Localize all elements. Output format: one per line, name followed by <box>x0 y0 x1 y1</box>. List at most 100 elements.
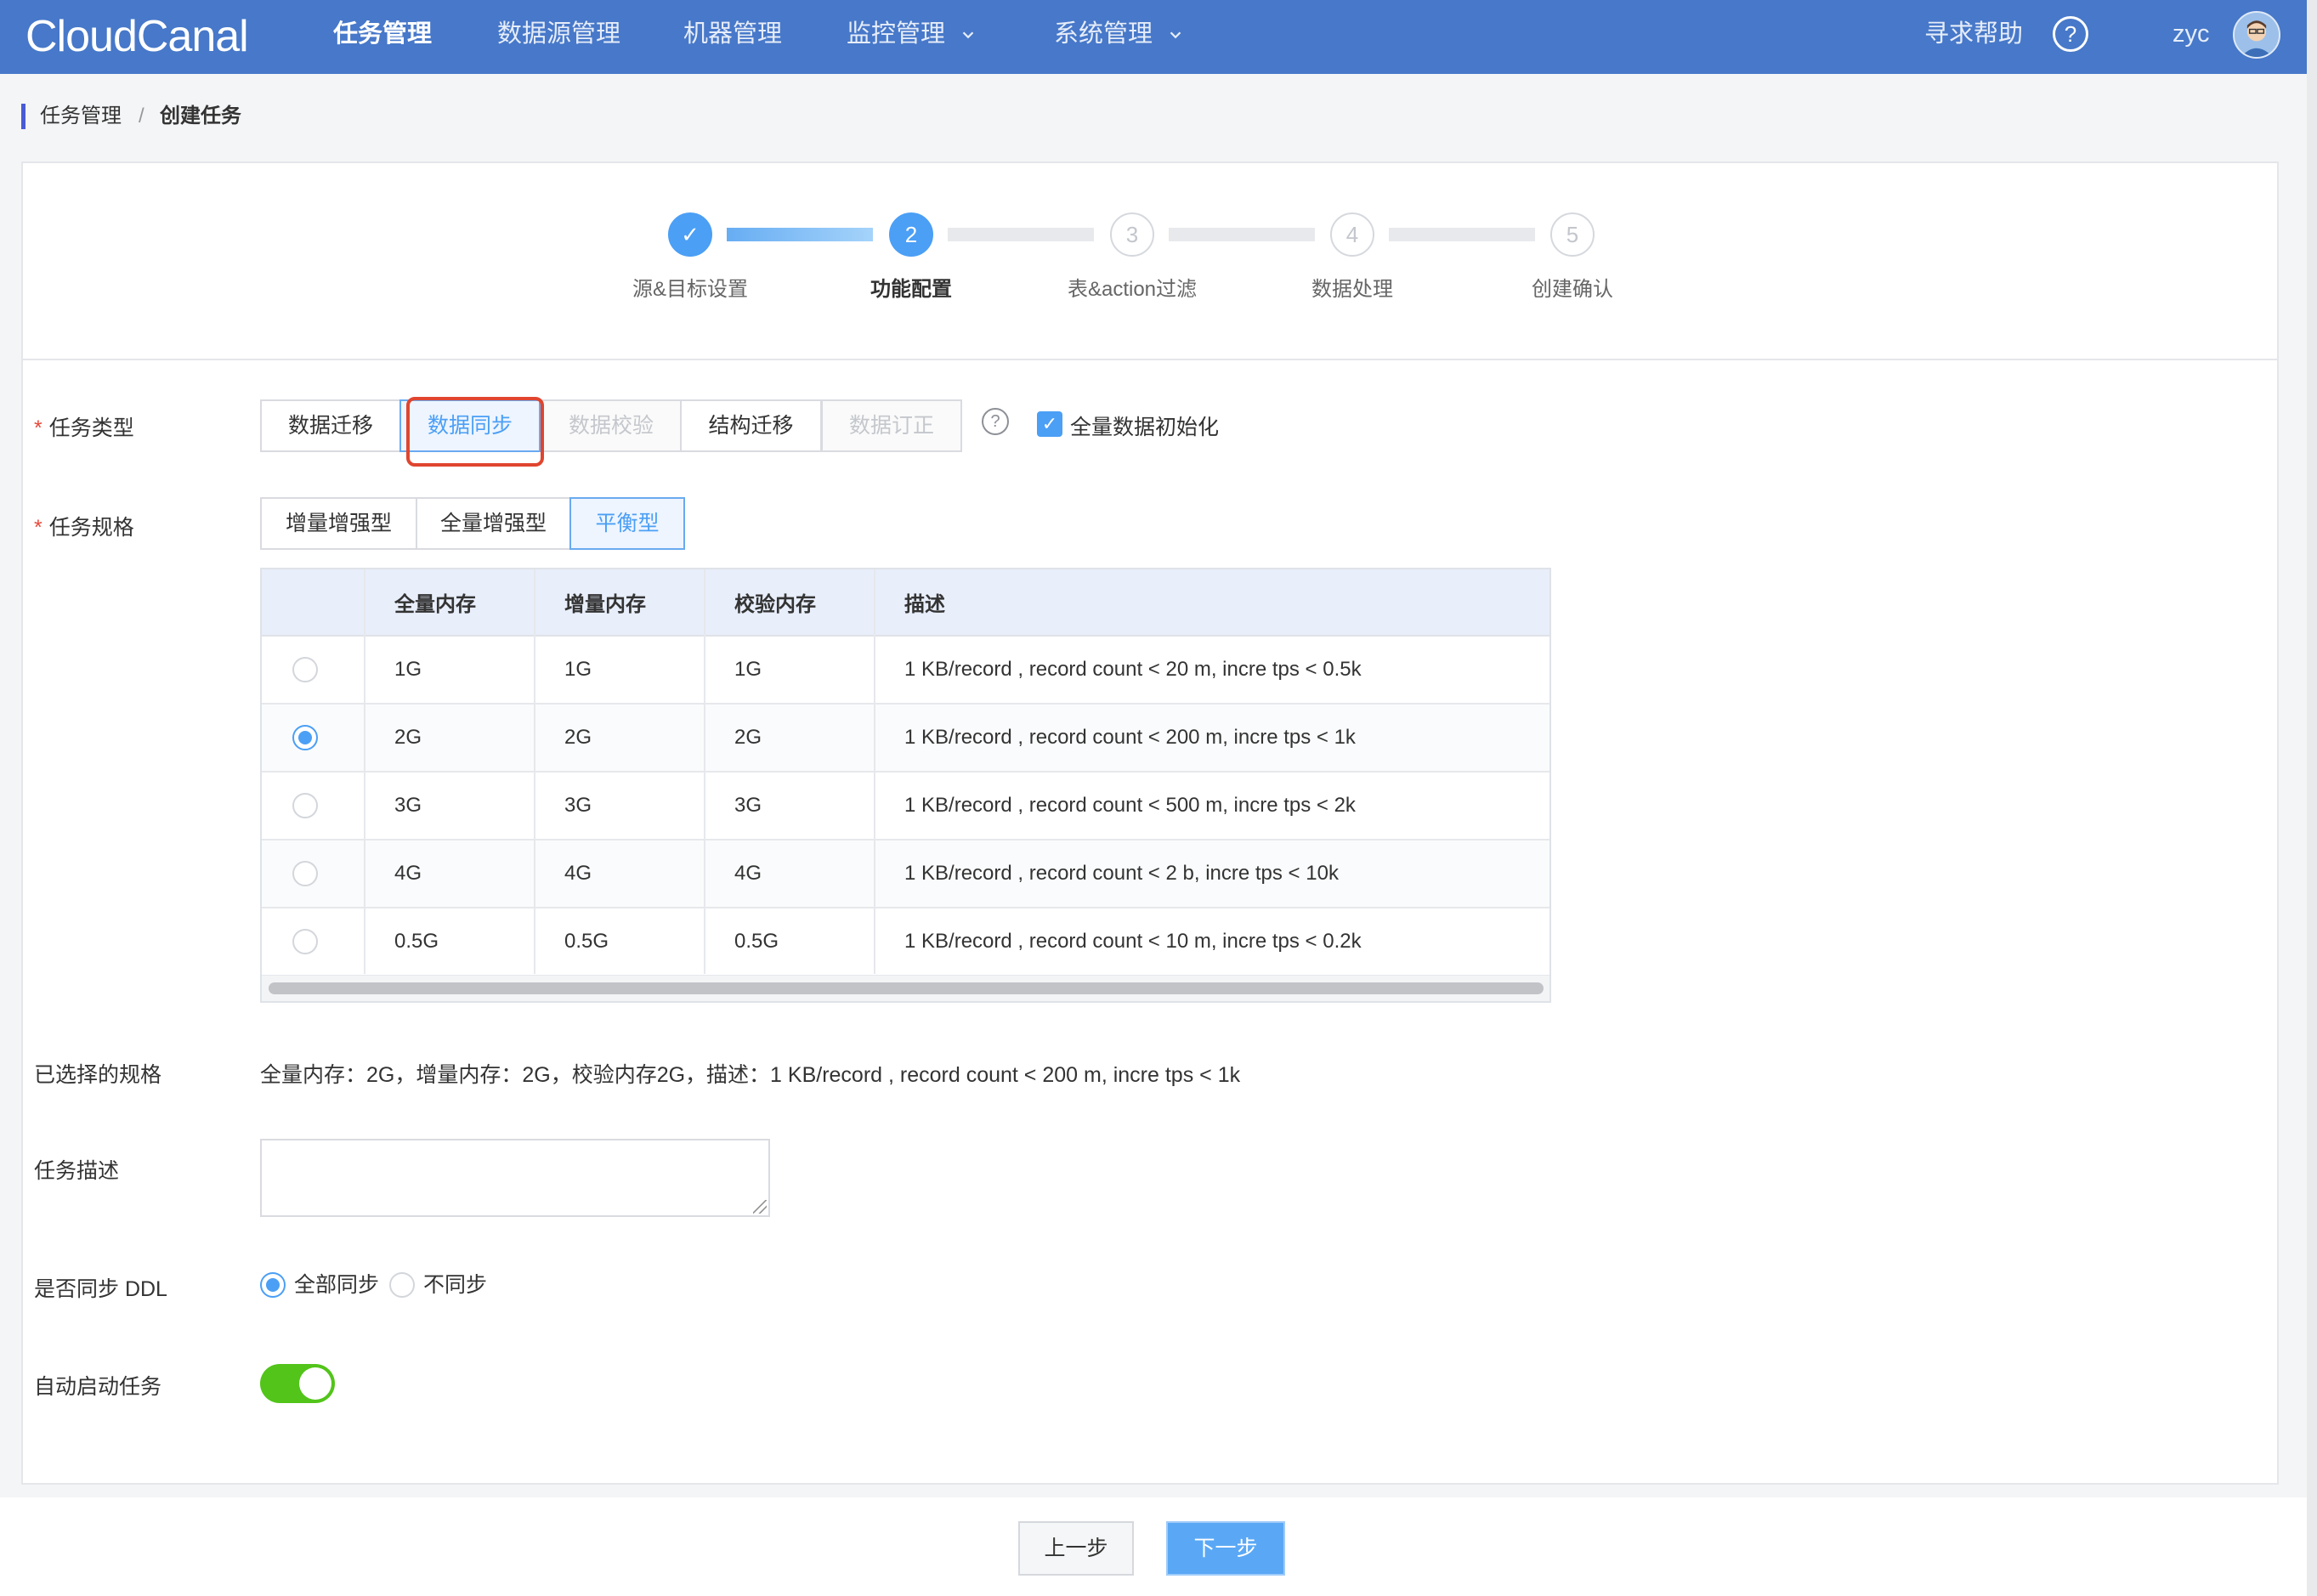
full-init-checkbox[interactable]: ✓ <box>1037 411 1062 437</box>
breadcrumb-marker <box>21 104 25 129</box>
column-divider <box>874 569 875 974</box>
step-2-circle: 2 <box>889 212 933 257</box>
cell-incr-mem: 2G <box>564 726 592 749</box>
step-1-label: 源&目标设置 <box>632 278 749 301</box>
help-icon[interactable]: ? <box>2053 16 2088 52</box>
task-type-check: 数据校验 <box>541 399 682 452</box>
row-radio[interactable] <box>292 725 318 750</box>
step-3-circle: 3 <box>1110 212 1154 257</box>
user-avatar-icon <box>2235 13 2279 57</box>
row-radio-cell[interactable] <box>262 637 365 703</box>
column-divider <box>364 569 365 974</box>
row-radio-cell[interactable] <box>262 908 365 975</box>
breadcrumb-parent[interactable]: 任务管理 <box>40 104 122 129</box>
nav-item-label: 任务管理 <box>333 20 433 48</box>
row-radio-cell[interactable] <box>262 705 365 771</box>
table-row[interactable]: 3G 3G 3G 1 KB/record , record count < 50… <box>262 773 1549 840</box>
chevron-down-icon <box>1170 31 1181 39</box>
col-header-desc: 描述 <box>904 593 945 616</box>
nav-item-system[interactable]: 系统管理 <box>1054 0 1185 74</box>
nav-item-tasks[interactable]: 任务管理 <box>333 0 432 74</box>
table-row[interactable]: 4G 4G 4G 1 KB/record , record count < 2 … <box>262 840 1549 908</box>
help-label: 寻求帮助 <box>1924 20 2024 48</box>
cell-desc: 1 KB/record , record count < 10 m, incre… <box>904 930 1362 953</box>
ddl-sync-none-radio[interactable] <box>389 1272 415 1298</box>
table-row[interactable]: 0.5G 0.5G 0.5G 1 KB/record , record coun… <box>262 908 1549 976</box>
chevron-down-icon <box>962 31 974 39</box>
step-4-label: 数据处理 <box>1311 278 1393 301</box>
cell-desc: 1 KB/record , record count < 2 b, incre … <box>904 862 1339 885</box>
cell-full-mem: 2G <box>394 726 422 749</box>
table-row[interactable]: 2G 2G 2G 1 KB/record , record count < 20… <box>262 705 1549 773</box>
nav-item-label: 监控管理 <box>847 20 946 48</box>
nav-item-datasources[interactable]: 数据源管理 <box>497 0 620 74</box>
auto-start-toggle[interactable] <box>260 1364 335 1403</box>
table-row[interactable]: 1G 1G 1G 1 KB/record , record count < 20… <box>262 637 1549 705</box>
required-mark: * <box>34 416 42 440</box>
avatar[interactable] <box>2233 11 2280 59</box>
spec-balanced[interactable]: 平衡型 <box>569 497 685 550</box>
task-desc-label: 任务描述 <box>34 1159 120 1183</box>
task-type-revise: 数据订正 <box>821 399 962 452</box>
step-connector <box>1389 228 1535 241</box>
next-step-button[interactable]: 下一步 <box>1166 1521 1285 1576</box>
help-link[interactable]: 寻求帮助 <box>1924 0 2023 74</box>
row-radio-cell[interactable] <box>262 840 365 907</box>
task-spec-label-text: 任务规格 <box>48 516 134 540</box>
nav-item-machines[interactable]: 机器管理 <box>683 0 782 74</box>
step-connector <box>948 228 1094 241</box>
help-icon[interactable]: ? <box>982 408 1009 435</box>
card-divider <box>23 359 2277 360</box>
step-3-label: 表&action过滤 <box>1067 278 1198 301</box>
highlight-annotation <box>406 397 544 467</box>
cell-check-mem: 2G <box>734 726 762 749</box>
step-5-circle: 5 <box>1550 212 1595 257</box>
step-4-circle: 4 <box>1330 212 1374 257</box>
step-2-label: 功能配置 <box>870 278 952 301</box>
cell-desc: 1 KB/record , record count < 20 m, incre… <box>904 658 1362 681</box>
task-type-structure[interactable]: 结构迁移 <box>680 399 822 452</box>
table-hscrollbar-thumb[interactable] <box>269 982 1544 994</box>
col-header-full-mem: 全量内存 <box>394 593 476 616</box>
nav-item-label: 数据源管理 <box>497 20 621 48</box>
nav-item-monitoring[interactable]: 监控管理 <box>847 0 977 74</box>
nav-item-label: 系统管理 <box>1054 20 1153 48</box>
breadcrumb-separator: / <box>139 105 144 127</box>
page-scrollbar[interactable] <box>2307 0 2317 1596</box>
spec-full-enhanced[interactable]: 全量增强型 <box>416 497 571 550</box>
step-5-label: 创建确认 <box>1532 278 1613 301</box>
breadcrumb-current: 创建任务 <box>160 105 241 127</box>
col-header-check-mem: 校验内存 <box>734 593 816 616</box>
row-radio[interactable] <box>292 657 318 682</box>
username[interactable]: zyc <box>2173 0 2210 74</box>
row-radio[interactable] <box>292 929 318 954</box>
task-desc-input[interactable] <box>260 1139 770 1217</box>
full-init-label[interactable]: 全量数据初始化 <box>1070 410 1219 441</box>
cell-check-mem: 0.5G <box>734 930 779 953</box>
col-header-incr-mem: 增量内存 <box>564 593 646 616</box>
cell-full-mem: 0.5G <box>394 930 439 953</box>
table-hscrollbar[interactable] <box>262 976 1549 1001</box>
row-radio-cell[interactable] <box>262 773 365 839</box>
task-type-migration[interactable]: 数据迁移 <box>260 399 401 452</box>
task-spec-label: * 任务规格 <box>34 511 134 541</box>
cell-incr-mem: 3G <box>564 794 592 817</box>
required-mark: * <box>34 516 42 540</box>
cell-incr-mem: 0.5G <box>564 930 609 953</box>
ddl-sync-none-label[interactable]: 不同步 <box>423 1272 487 1298</box>
prev-step-button[interactable]: 上一步 <box>1018 1521 1134 1576</box>
ddl-sync-all-radio[interactable] <box>260 1272 286 1298</box>
spec-incr-enhanced[interactable]: 增量增强型 <box>260 497 417 550</box>
cell-incr-mem: 4G <box>564 862 592 885</box>
column-divider <box>704 569 705 974</box>
resize-grip-icon[interactable] <box>753 1200 767 1214</box>
column-divider <box>534 569 535 974</box>
selected-spec-value: 全量内存：2G，增量内存：2G，校验内存2G，描述：1 KB/record , … <box>260 1063 1241 1087</box>
step-connector <box>727 228 873 241</box>
app-logo[interactable]: CloudCanal <box>25 8 249 65</box>
row-radio[interactable] <box>292 861 318 886</box>
cell-check-mem: 1G <box>734 658 762 681</box>
table-header: 全量内存 增量内存 校验内存 描述 <box>262 569 1549 637</box>
row-radio[interactable] <box>292 793 318 818</box>
ddl-sync-all-label[interactable]: 全部同步 <box>294 1272 379 1298</box>
